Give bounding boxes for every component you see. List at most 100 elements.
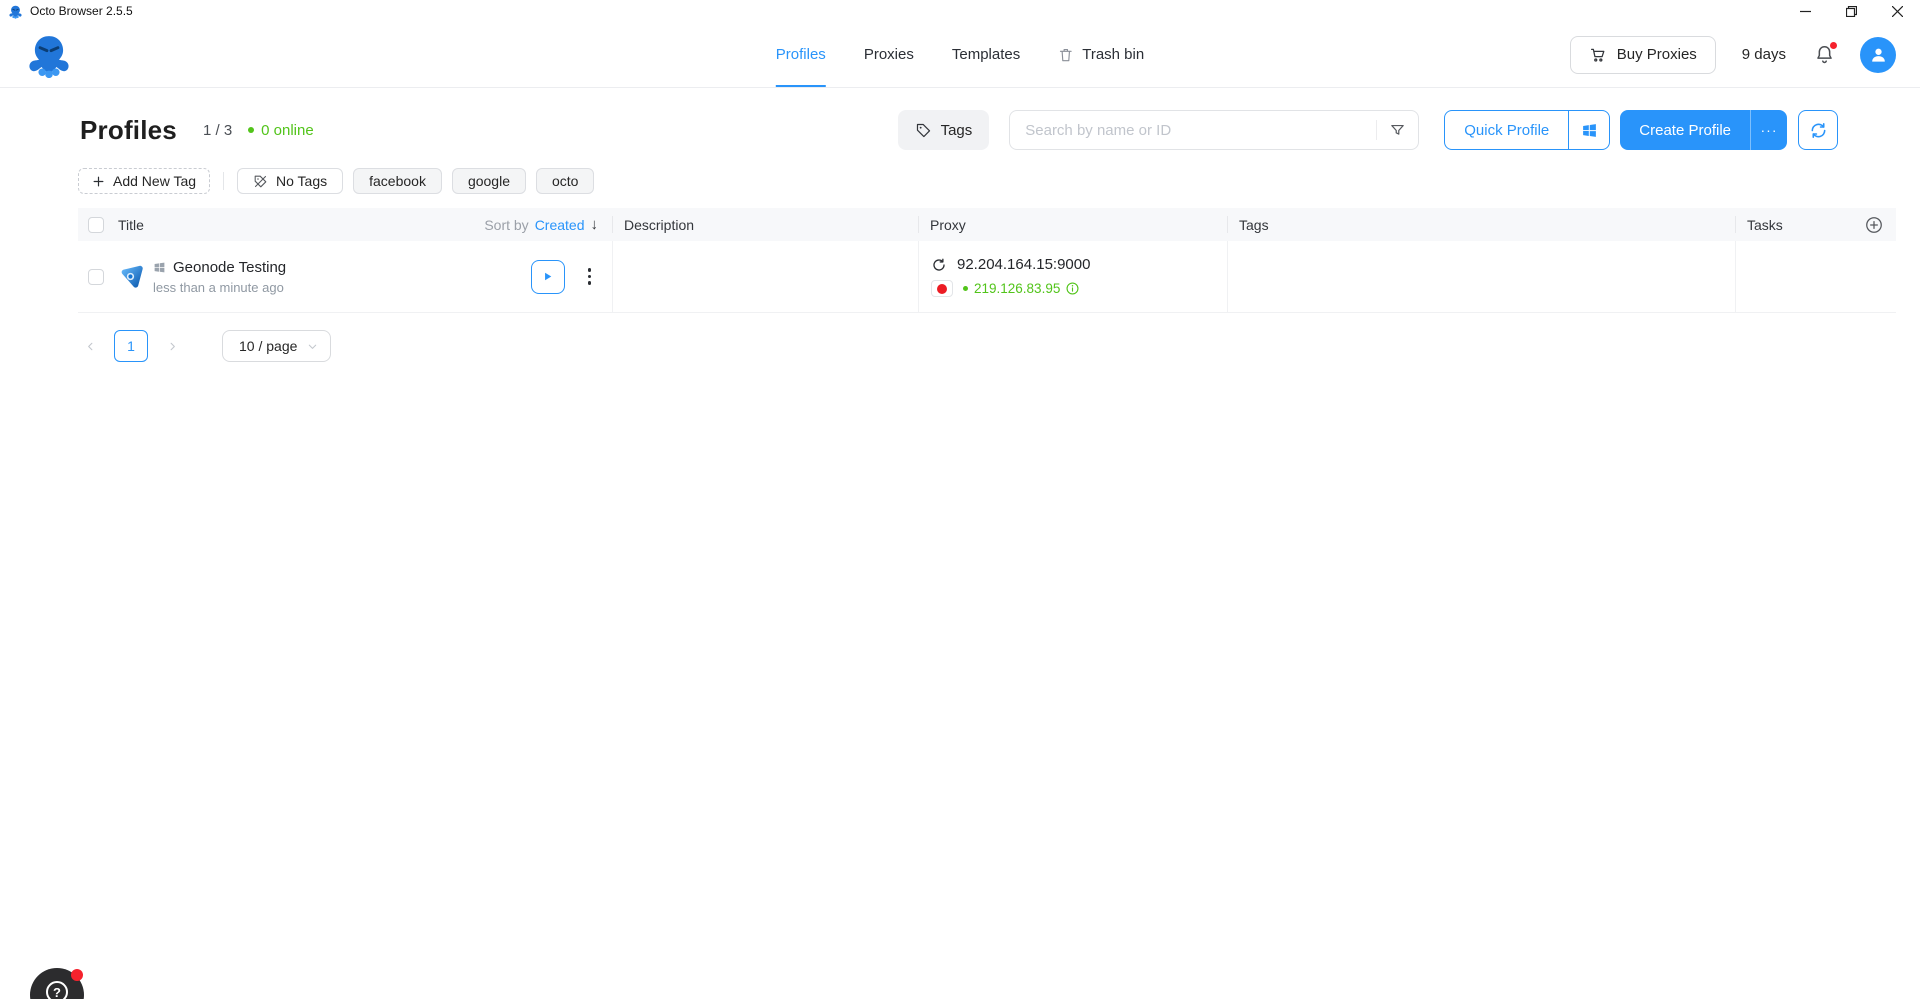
question-icon: ? <box>46 981 68 999</box>
user-icon <box>1869 45 1888 64</box>
cart-icon <box>1589 46 1607 64</box>
subscription-days: 9 days <box>1742 46 1786 63</box>
filter-tag-facebook[interactable]: facebook <box>353 168 442 194</box>
buy-proxies-label: Buy Proxies <box>1617 46 1697 63</box>
sort-direction-icon[interactable]: ↓ <box>591 216 599 233</box>
quick-profile-label: Quick Profile <box>1445 111 1568 149</box>
circle-plus-icon <box>1864 215 1884 235</box>
plus-icon <box>92 175 105 188</box>
rotate-proxy-icon[interactable] <box>931 257 947 273</box>
tab-trash-bin[interactable]: Trash bin <box>1058 22 1144 87</box>
tab-profiles[interactable]: Profiles <box>776 22 826 87</box>
profile-created: less than a minute ago <box>153 280 286 295</box>
chevron-right-icon <box>167 341 178 352</box>
page-size-select[interactable]: 10 / page <box>222 330 331 362</box>
row-menu-button[interactable] <box>582 263 598 290</box>
octo-logo-icon <box>26 32 72 78</box>
row-actions <box>531 260 613 294</box>
profiles-table: Title Sort by Created ↓ Description Prox… <box>78 208 1896 313</box>
add-new-tag-button[interactable]: Add New Tag <box>78 168 210 194</box>
ip-info-icon[interactable] <box>1065 281 1080 296</box>
trash-icon <box>1058 47 1074 63</box>
refresh-button[interactable] <box>1798 110 1838 150</box>
tag-filter-bar: Add New Tag No Tags facebook google octo <box>78 168 1920 194</box>
table-row[interactable]: Geonode Testing less than a minute ago 9… <box>78 241 1896 313</box>
quick-profile-button[interactable]: Quick Profile <box>1444 110 1610 150</box>
windows-os-icon <box>153 261 166 274</box>
tab-proxies[interactable]: Proxies <box>864 22 914 87</box>
help-widget-button[interactable]: ? <box>30 968 84 999</box>
online-status-label: 0 online <box>261 122 314 139</box>
create-profile-more-button[interactable]: ··· <box>1750 110 1787 150</box>
refresh-icon <box>1809 121 1828 140</box>
sort-control: Sort by Created ↓ <box>484 216 612 233</box>
column-proxy-label: Proxy <box>930 217 966 233</box>
prev-page-button[interactable] <box>80 341 100 352</box>
account-avatar[interactable] <box>1860 37 1896 73</box>
row-checkbox[interactable] <box>88 269 104 285</box>
minimize-button[interactable] <box>1782 0 1828 23</box>
profiles-count: 1 / 3 <box>203 122 232 139</box>
ip-status-dot <box>963 286 968 291</box>
octo-browser-window: Octo Browser 2.5.5 Profiles <box>0 0 1920 999</box>
window-title: Octo Browser 2.5.5 <box>30 4 133 18</box>
column-tasks: Tasks <box>1735 216 1896 233</box>
page-head: Profiles 1 / 3 0 online Tags Quick Pro <box>80 110 1838 150</box>
tag-icon <box>915 122 932 139</box>
add-new-tag-label: Add New Tag <box>113 173 196 189</box>
tab-trash-bin-label: Trash bin <box>1082 46 1144 63</box>
filter-no-tags[interactable]: No Tags <box>237 168 343 194</box>
column-title: Title Sort by Created ↓ <box>78 216 612 233</box>
filter-tag-google[interactable]: google <box>452 168 526 194</box>
restore-button[interactable] <box>1828 0 1874 23</box>
select-all-checkbox[interactable] <box>88 217 104 233</box>
sort-by-value[interactable]: Created <box>535 217 585 233</box>
column-proxy: Proxy <box>918 216 1227 233</box>
main-nav: Profiles Proxies Templates Trash bin <box>776 22 1144 87</box>
create-profile-button[interactable]: Create Profile ··· <box>1620 110 1787 150</box>
column-tags-label: Tags <box>1239 217 1269 233</box>
chevron-down-icon <box>307 341 318 352</box>
titlebar: Octo Browser 2.5.5 <box>0 0 1920 22</box>
sort-by-label: Sort by <box>484 217 528 233</box>
tab-templates[interactable]: Templates <box>952 22 1020 87</box>
page-size-value: 10 / page <box>239 338 297 354</box>
notification-badge <box>1830 42 1837 49</box>
search-box <box>1009 110 1419 150</box>
tab-proxies-label: Proxies <box>864 46 914 63</box>
buy-proxies-button[interactable]: Buy Proxies <box>1570 36 1716 74</box>
cell-proxy: 92.204.164.15:9000 219.126.83.95 <box>918 241 1227 312</box>
column-tasks-label: Tasks <box>1747 217 1783 233</box>
search-input[interactable] <box>1025 122 1368 139</box>
start-profile-button[interactable] <box>531 260 565 294</box>
external-ip: 219.126.83.95 <box>974 281 1060 296</box>
filter-icon[interactable] <box>1389 122 1406 139</box>
app-header: Profiles Proxies Templates Trash bin Buy… <box>0 22 1920 88</box>
filter-tag-octo[interactable]: octo <box>536 168 594 194</box>
page-number[interactable]: 1 <box>114 330 148 362</box>
tab-profiles-label: Profiles <box>776 46 826 63</box>
close-button[interactable] <box>1874 0 1920 23</box>
cell-tags <box>1227 241 1735 312</box>
play-icon <box>541 270 554 283</box>
help-badge <box>71 969 83 981</box>
page-title: Profiles <box>80 115 177 146</box>
pagination: 1 10 / page <box>80 330 1920 362</box>
add-column-button[interactable] <box>1864 215 1884 235</box>
notifications-button[interactable] <box>1814 44 1836 66</box>
cell-tasks <box>1735 241 1896 312</box>
search-divider <box>1376 120 1377 140</box>
toolbar: Tags Quick Profile Create Profile ··· <box>898 110 1838 150</box>
column-description: Description <box>612 216 918 233</box>
column-title-label: Title <box>118 217 144 233</box>
cell-title: Geonode Testing less than a minute ago <box>78 241 612 312</box>
quick-profile-os-dropdown[interactable] <box>1568 111 1609 149</box>
next-page-button[interactable] <box>162 341 182 352</box>
app-icon <box>8 4 23 19</box>
tags-button[interactable]: Tags <box>898 110 990 150</box>
profile-title: Geonode Testing <box>173 259 286 276</box>
online-status: 0 online <box>248 122 314 139</box>
japan-flag-icon <box>931 280 953 297</box>
tag-chip-label: google <box>468 173 510 189</box>
column-description-label: Description <box>624 217 694 233</box>
